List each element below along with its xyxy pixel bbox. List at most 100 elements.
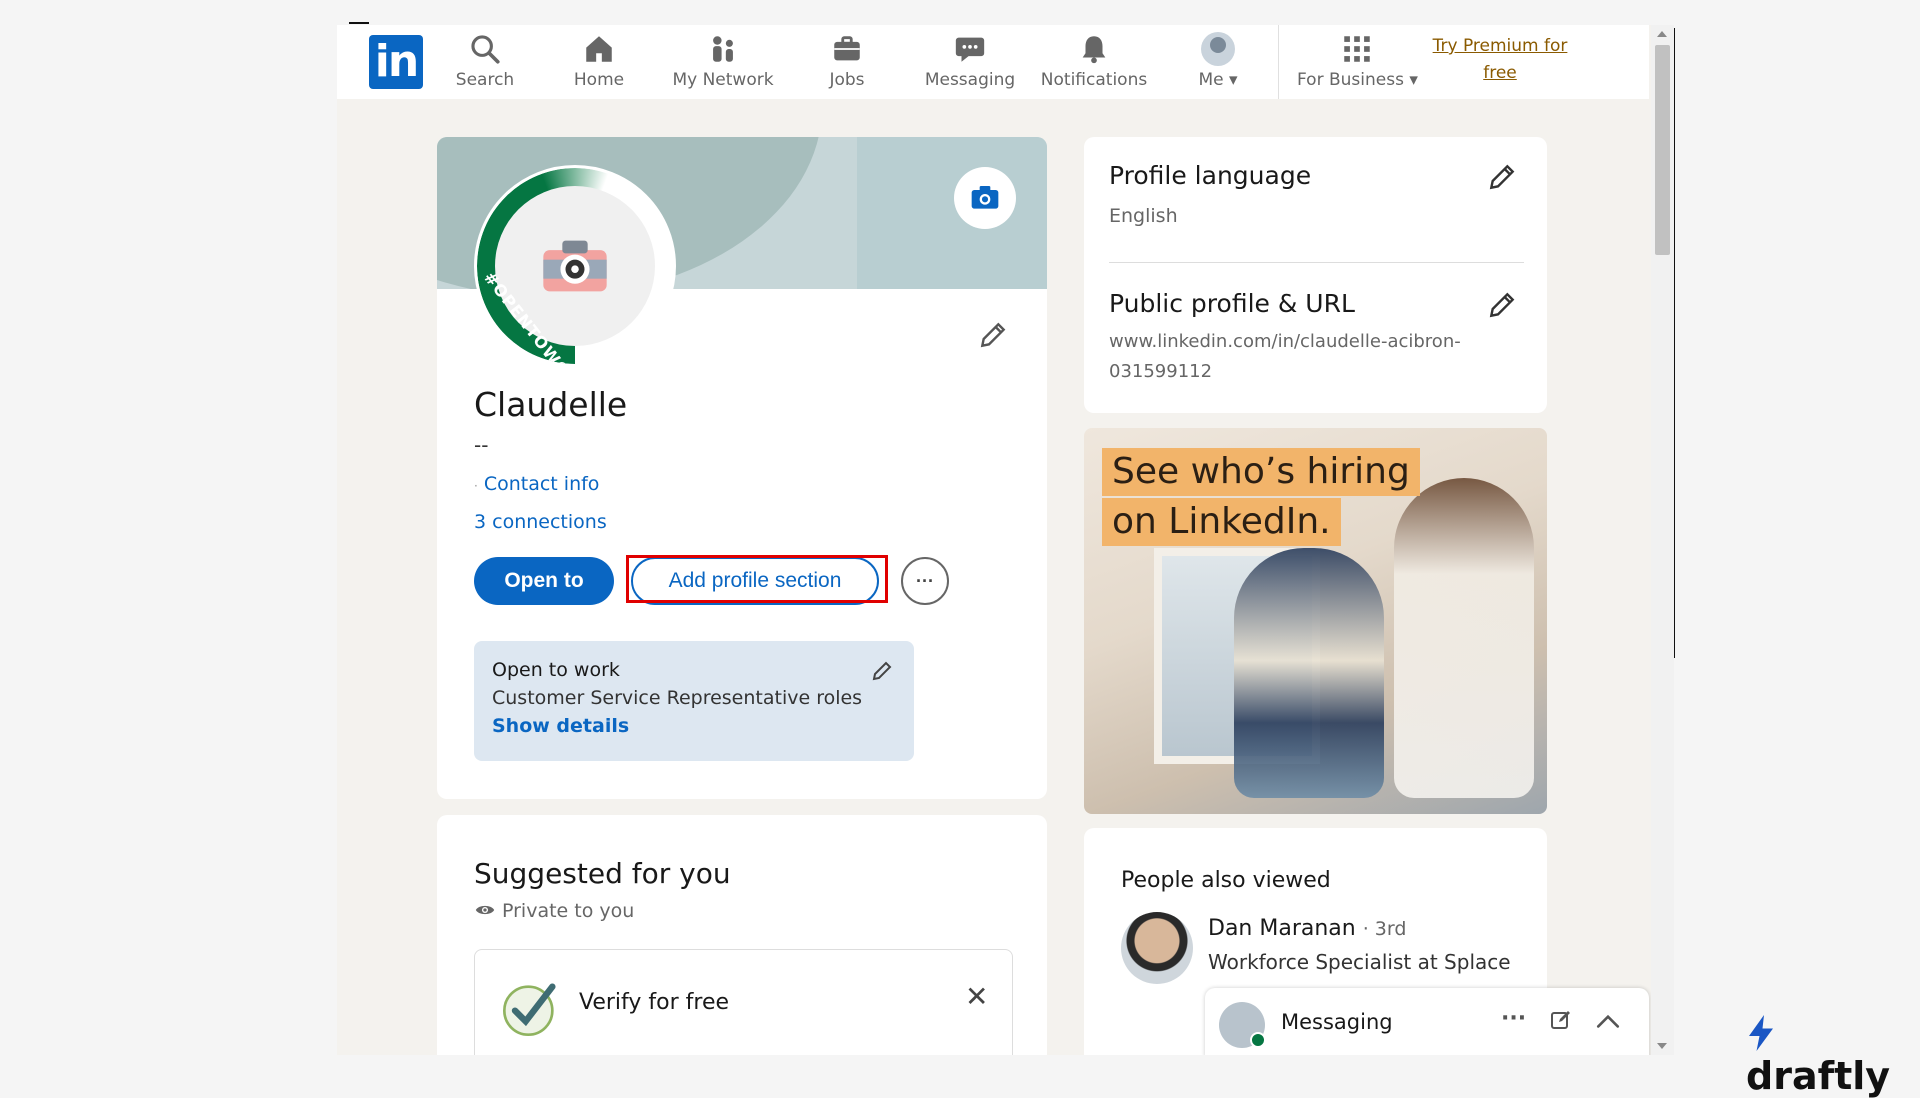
nav-divider bbox=[1278, 25, 1279, 99]
verify-check-icon bbox=[503, 983, 556, 1036]
settings-divider bbox=[1109, 262, 1524, 263]
message-icon bbox=[955, 37, 985, 62]
pencil-icon bbox=[1489, 164, 1515, 190]
chevron-down-icon: ▾ bbox=[1409, 70, 1418, 90]
contact-info-label: Contact info bbox=[483, 473, 600, 495]
nav-search-label: Search bbox=[455, 70, 515, 90]
contact-info-link[interactable]: · Contact info bbox=[474, 473, 599, 495]
profile-headline: -- bbox=[474, 433, 489, 457]
chevron-up-icon bbox=[1596, 1014, 1620, 1028]
cover-strip bbox=[857, 137, 1047, 289]
public-profile-url-line1[interactable]: www.linkedin.com/in/claudelle-acibron- bbox=[1109, 331, 1461, 352]
public-profile-title: Public profile & URL bbox=[1109, 289, 1355, 318]
verify-label: Verify for free bbox=[579, 990, 730, 1015]
show-details-link[interactable]: Show details bbox=[492, 715, 629, 737]
nav-jobs[interactable]: Jobs bbox=[792, 30, 902, 94]
add-profile-section-button[interactable]: Add profile section bbox=[631, 557, 879, 605]
grid-icon bbox=[1344, 36, 1370, 62]
private-label: Private to you bbox=[502, 900, 635, 922]
ad-headline-line1: See who’s hiring bbox=[1102, 448, 1420, 496]
private-note: Private to you bbox=[474, 899, 634, 922]
ad-headline-line2: on LinkedIn. bbox=[1102, 498, 1341, 546]
open-to-work-roles: Customer Service Representative roles bbox=[492, 687, 863, 709]
edit-public-profile-button[interactable] bbox=[1486, 289, 1518, 325]
scroll-up-arrow[interactable] bbox=[1657, 31, 1667, 37]
messaging-label: Messaging bbox=[1281, 1010, 1393, 1034]
draftly-watermark: draftly bbox=[1746, 1010, 1920, 1098]
messaging-bar[interactable]: Messaging ··· bbox=[1205, 988, 1649, 1055]
edit-cover-button[interactable] bbox=[954, 167, 1016, 229]
try-premium-link[interactable]: Try Premium for free bbox=[1425, 33, 1575, 87]
browser-viewport: in Search Home My Network Jobs Messaging… bbox=[337, 25, 1674, 1055]
edit-intro-button[interactable] bbox=[977, 319, 1009, 355]
messaging-more-button[interactable]: ··· bbox=[1501, 1006, 1526, 1031]
draftly-label: draftly bbox=[1746, 1054, 1891, 1098]
chevron-down-icon: ▾ bbox=[1229, 70, 1238, 90]
person-name-label: Dan Maranan bbox=[1208, 916, 1356, 941]
open-to-button[interactable]: Open to bbox=[474, 557, 614, 605]
profile-photo[interactable]: #OPENTOWORK bbox=[474, 165, 676, 367]
briefcase-icon bbox=[834, 36, 860, 61]
scroll-thumb[interactable] bbox=[1655, 45, 1670, 255]
nav-my-network[interactable]: My Network bbox=[668, 30, 778, 94]
home-icon bbox=[586, 36, 612, 62]
top-nav: in Search Home My Network Jobs Messaging… bbox=[337, 25, 1649, 99]
connections-link[interactable]: 3 connections bbox=[474, 511, 607, 533]
nav-home-label: Home bbox=[573, 70, 625, 90]
linkedin-logo[interactable]: in bbox=[369, 35, 423, 89]
camera-icon bbox=[971, 186, 999, 209]
nav-me-label: Me ▾ bbox=[1198, 70, 1238, 90]
open-to-work-card: Open to work Customer Service Representa… bbox=[474, 641, 914, 761]
compose-message-button[interactable] bbox=[1549, 1008, 1573, 1036]
nav-messaging[interactable]: Messaging bbox=[915, 30, 1025, 94]
public-profile-url-line2[interactable]: 031599112 bbox=[1109, 361, 1212, 382]
messaging-avatar bbox=[1219, 1002, 1266, 1048]
nav-jobs-label: Jobs bbox=[829, 70, 865, 90]
pencil-icon bbox=[1489, 292, 1515, 318]
frame-tick bbox=[349, 22, 369, 24]
nav-search[interactable]: Search bbox=[430, 30, 540, 94]
page-scrollbar[interactable] bbox=[1651, 25, 1674, 1055]
close-icon[interactable]: ✕ bbox=[965, 980, 988, 1013]
lightning-icon bbox=[1749, 1015, 1773, 1051]
nav-home[interactable]: Home bbox=[544, 30, 654, 94]
camera-placeholder-icon bbox=[543, 240, 607, 292]
pencil-icon bbox=[872, 661, 892, 681]
nav-notifications[interactable]: Notifications bbox=[1039, 30, 1149, 94]
profile-settings-card: Profile language English Public profile … bbox=[1084, 137, 1547, 413]
profile-language-title: Profile language bbox=[1109, 161, 1312, 190]
compose-icon bbox=[1551, 1011, 1570, 1029]
profile-language-value: English bbox=[1109, 205, 1178, 227]
premium-line2: free bbox=[1483, 63, 1517, 83]
nav-for-business-label: For Business ▾ bbox=[1297, 70, 1418, 90]
nav-notifications-label: Notifications bbox=[1040, 70, 1148, 90]
nav-for-business[interactable]: For Business ▾ bbox=[1297, 30, 1418, 94]
suggested-title: Suggested for you bbox=[474, 857, 731, 890]
expand-messaging-button[interactable] bbox=[1595, 1010, 1621, 1036]
scroll-down-arrow[interactable] bbox=[1657, 1043, 1667, 1049]
verify-card[interactable]: Verify for free ✕ bbox=[474, 949, 1013, 1055]
premium-line1: Try Premium for bbox=[1432, 36, 1568, 56]
edit-open-to-work-button[interactable] bbox=[870, 659, 894, 687]
people-also-viewed-title: People also viewed bbox=[1121, 868, 1331, 893]
more-actions-button[interactable]: ··· bbox=[901, 557, 949, 605]
connection-degree: · 3rd bbox=[1362, 918, 1407, 940]
person-avatar[interactable] bbox=[1121, 912, 1193, 984]
separator-dot: · bbox=[474, 479, 478, 493]
edit-profile-language-button[interactable] bbox=[1486, 161, 1518, 197]
profile-card: #OPENTOWORK Claudelle -- · Contact info 3… bbox=[437, 137, 1047, 799]
bell-icon bbox=[1082, 36, 1106, 64]
open-to-work-title: Open to work bbox=[492, 659, 620, 681]
ad-person-two bbox=[1394, 478, 1534, 798]
ad-person-one bbox=[1234, 548, 1384, 798]
nav-me[interactable]: Me ▾ bbox=[1163, 30, 1273, 94]
me-avatar bbox=[1201, 32, 1235, 66]
nav-my-network-label: My Network bbox=[672, 70, 774, 90]
person-name[interactable]: Dan Maranan · 3rd bbox=[1208, 916, 1406, 941]
pencil-icon bbox=[980, 322, 1006, 348]
network-icon bbox=[713, 36, 733, 62]
hiring-ad[interactable]: See who’s hiring on LinkedIn. bbox=[1084, 428, 1547, 814]
person-role: Workforce Specialist at Splace bbox=[1208, 950, 1511, 974]
suggested-card: Suggested for you Private to you Verify … bbox=[437, 815, 1047, 1055]
search-icon bbox=[471, 35, 500, 64]
